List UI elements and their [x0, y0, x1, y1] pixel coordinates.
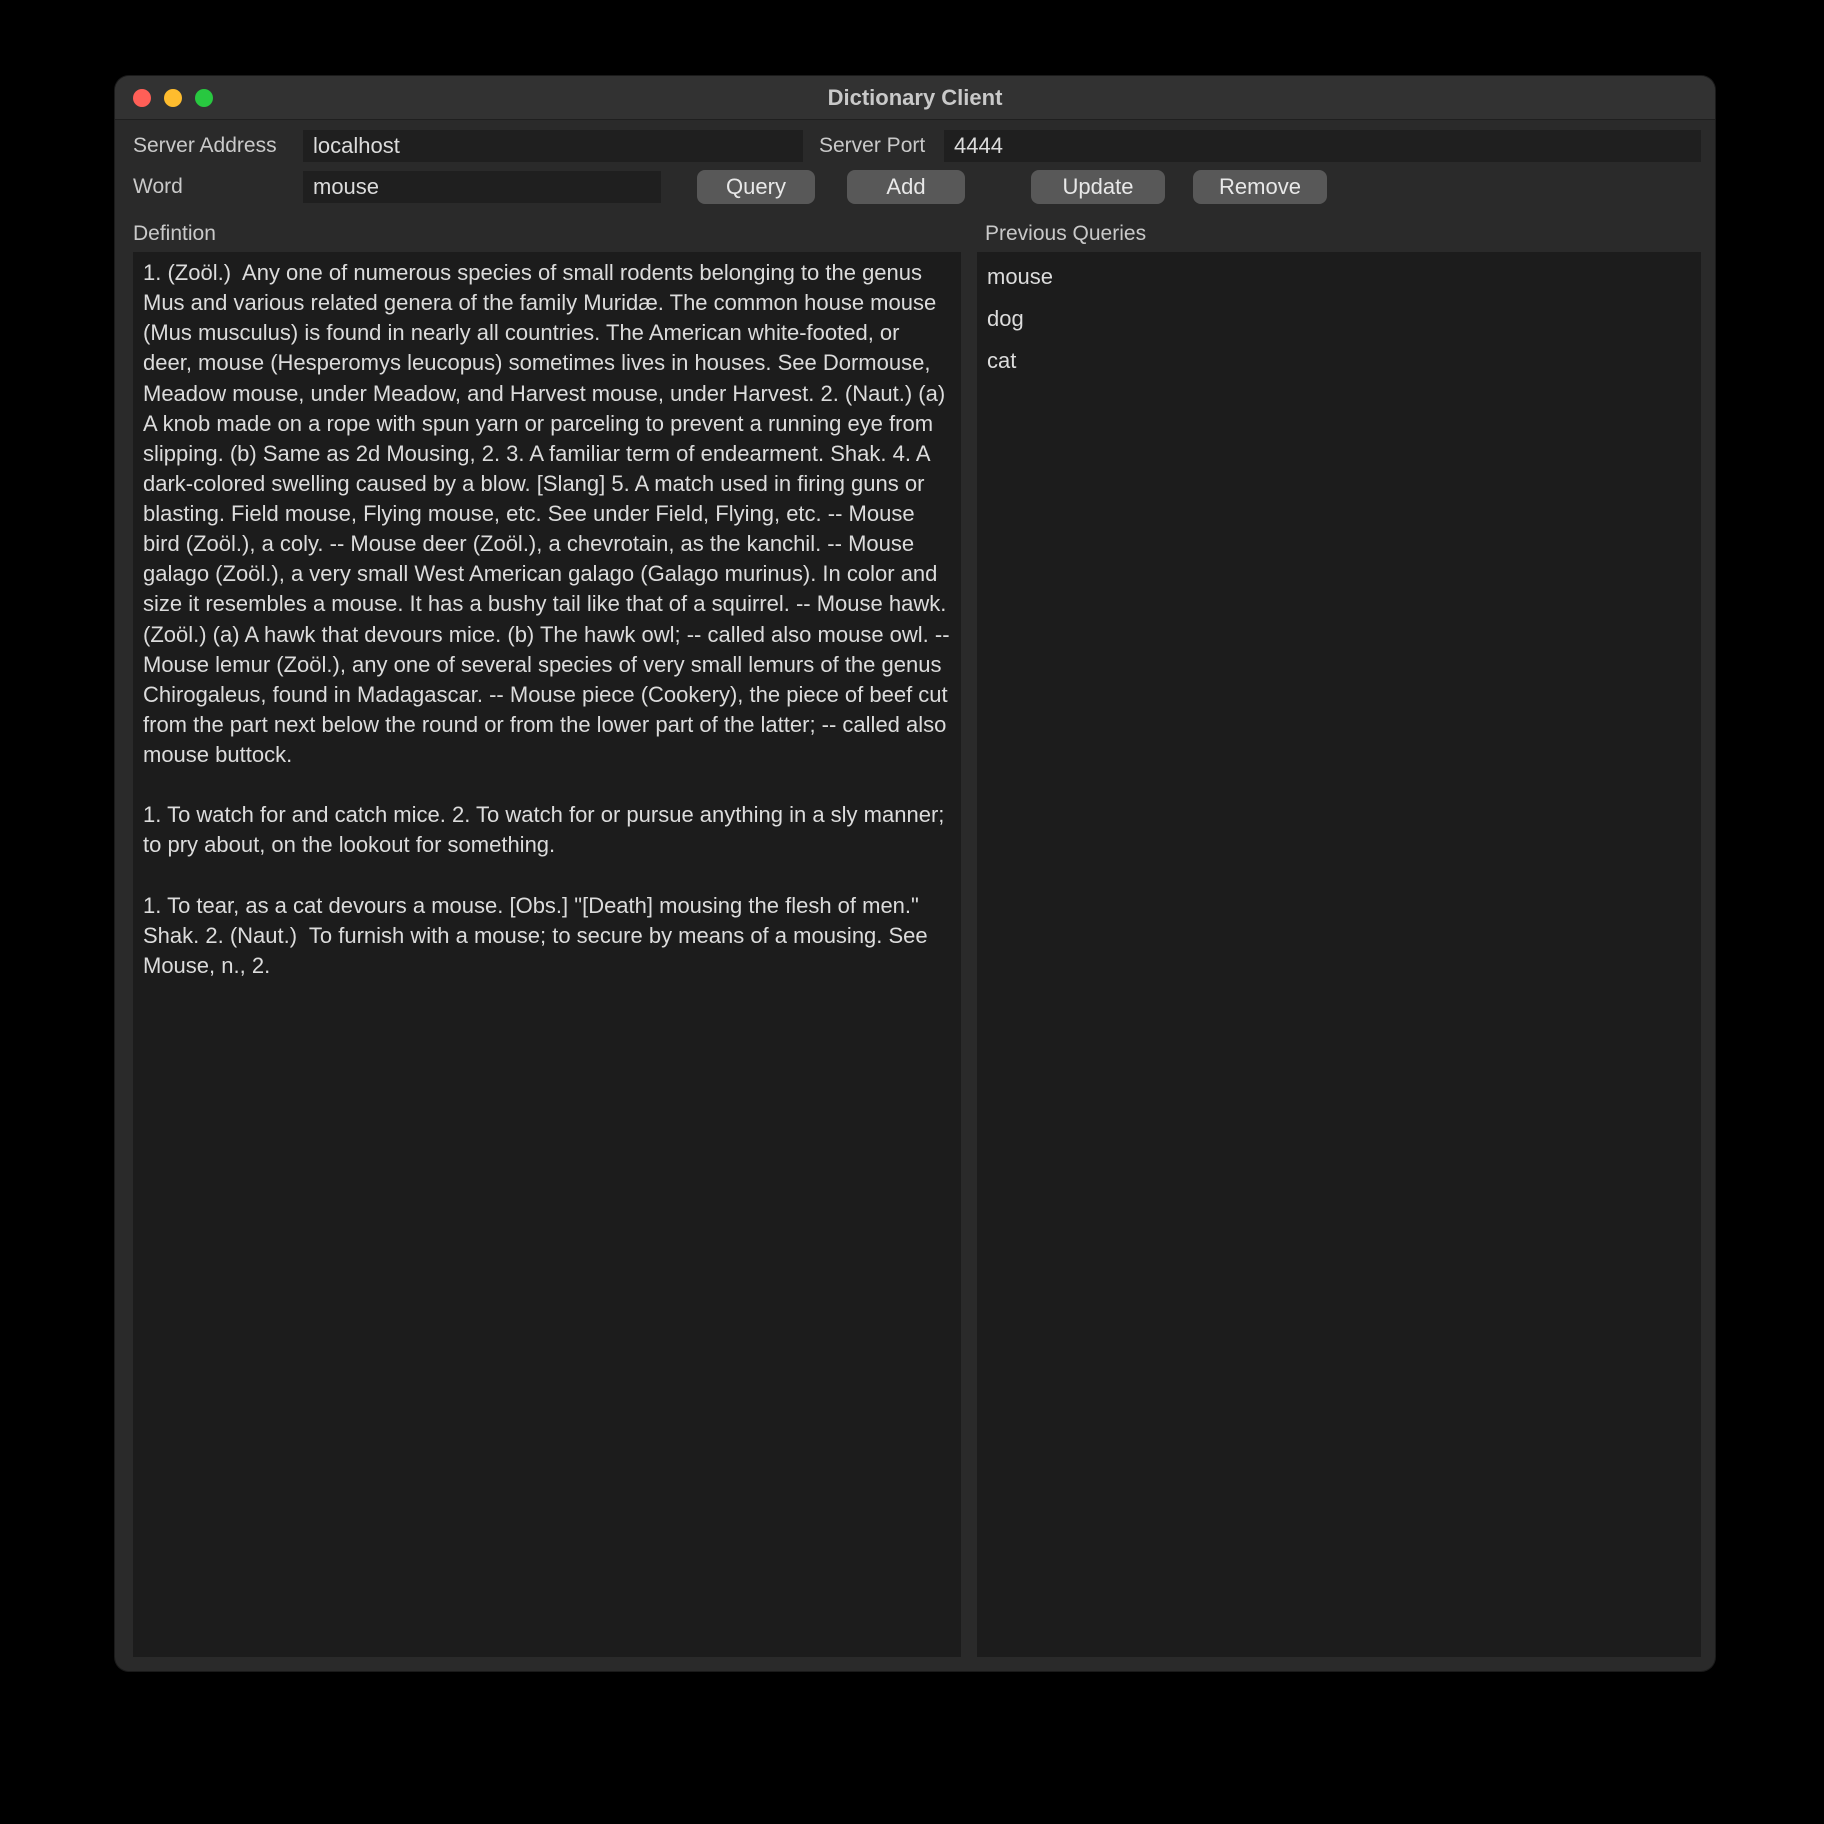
add-button[interactable]: Add [847, 170, 965, 204]
word-label: Word [133, 175, 293, 199]
definition-label: Defintion [133, 222, 953, 246]
list-item[interactable]: mouse [987, 256, 1691, 298]
section-headers: Defintion Previous Queries [115, 218, 1715, 252]
titlebar: Dictionary Client [115, 76, 1715, 120]
app-window: Dictionary Client Server Address Server … [115, 76, 1715, 1671]
minimize-icon[interactable] [164, 89, 182, 107]
server-port-label: Server Port [819, 134, 934, 158]
form-area: Server Address Server Port Word Query Ad… [115, 120, 1715, 218]
server-address-input[interactable] [303, 130, 803, 162]
window-title: Dictionary Client [115, 85, 1715, 111]
list-item[interactable]: cat [987, 340, 1691, 382]
maximize-icon[interactable] [195, 89, 213, 107]
server-row: Server Address Server Port [133, 130, 1701, 162]
definition-textarea[interactable]: 1. (Zoöl.) Any one of numerous species o… [133, 252, 961, 1657]
close-icon[interactable] [133, 89, 151, 107]
query-button[interactable]: Query [697, 170, 815, 204]
server-port-input[interactable] [944, 130, 1701, 162]
server-address-label: Server Address [133, 134, 293, 158]
update-button[interactable]: Update [1031, 170, 1165, 204]
word-input[interactable] [303, 171, 661, 203]
previous-queries-list[interactable]: mousedogcat [977, 252, 1701, 1657]
word-row: Word Query Add Update Remove [133, 170, 1701, 204]
remove-button[interactable]: Remove [1193, 170, 1327, 204]
content-area: 1. (Zoöl.) Any one of numerous species o… [115, 252, 1715, 1671]
window-controls [115, 89, 213, 107]
previous-queries-label: Previous Queries [973, 222, 1697, 246]
list-item[interactable]: dog [987, 298, 1691, 340]
